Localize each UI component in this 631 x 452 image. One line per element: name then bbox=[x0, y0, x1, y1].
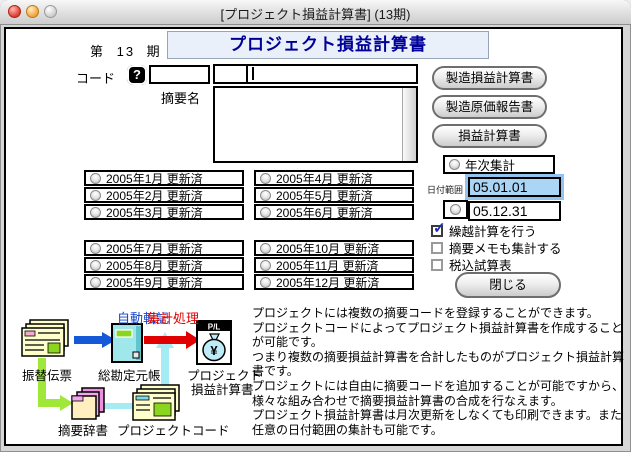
pl-statement-button[interactable]: 損益計算書 bbox=[432, 124, 547, 148]
month-label: 2005年7月 更新済 bbox=[106, 240, 203, 257]
window-title: [プロジェクト損益計算書] (13期) bbox=[0, 4, 631, 23]
date-from-input[interactable]: 05.01.01 bbox=[468, 177, 561, 197]
checkmark-icon: ✓ bbox=[433, 221, 446, 236]
description-line: プロジェクトコードによってプロジェクト損益計算書を作成することが可能です。 bbox=[252, 321, 626, 350]
checkbox-icon: ✓ bbox=[431, 225, 443, 237]
month-radio-jul[interactable]: 2005年7月 更新済 bbox=[84, 240, 244, 256]
month-radio-apr[interactable]: 2005年4月 更新済 bbox=[254, 170, 414, 186]
month-radio-oct[interactable]: 2005年10月 更新済 bbox=[254, 240, 414, 256]
radio-icon bbox=[260, 260, 271, 271]
textarea-scrollbar[interactable] bbox=[402, 88, 416, 161]
radio-icon bbox=[450, 204, 461, 215]
checkbox-icon bbox=[431, 259, 443, 271]
month-label: 2005年6月 更新済 bbox=[276, 204, 373, 221]
summary-textarea[interactable] bbox=[213, 86, 418, 163]
month-label: 2005年8月 更新済 bbox=[106, 257, 203, 274]
radio-icon bbox=[90, 190, 101, 201]
radio-icon bbox=[260, 243, 271, 254]
text-caret bbox=[252, 67, 254, 80]
period-label: 第 13 期 bbox=[90, 41, 162, 60]
month-label: 2005年5月 更新済 bbox=[276, 187, 373, 204]
month-label: 2005年1月 更新済 bbox=[106, 170, 203, 187]
radio-icon bbox=[260, 277, 271, 288]
month-radio-may[interactable]: 2005年5月 更新済 bbox=[254, 187, 414, 203]
description-text: プロジェクトには複数の摘要コードを登録することができます。 プロジェクトコードに… bbox=[252, 306, 626, 437]
description-line: プロジェクト損益計算書は月次更新をしなくても印刷できます。また任意の日付範囲の集… bbox=[252, 408, 626, 437]
month-label: 2005年3月 更新済 bbox=[106, 204, 203, 221]
code-label: コード bbox=[76, 68, 115, 87]
month-radio-aug[interactable]: 2005年8月 更新済 bbox=[84, 257, 244, 273]
month-radio-jun[interactable]: 2005年6月 更新済 bbox=[254, 204, 414, 220]
annual-total-radio[interactable]: 年次集計 bbox=[443, 155, 555, 174]
summary-name-label: 摘要名 bbox=[161, 88, 200, 107]
manufacturing-pl-button[interactable]: 製造損益計算書 bbox=[432, 66, 547, 90]
radio-icon bbox=[449, 159, 460, 170]
date-to-input[interactable]: 05.12.31 bbox=[468, 201, 561, 221]
radio-icon bbox=[90, 277, 101, 288]
month-label: 2005年4月 更新済 bbox=[276, 170, 373, 187]
code-input[interactable] bbox=[149, 65, 210, 84]
radio-icon bbox=[90, 173, 101, 184]
radio-icon bbox=[260, 173, 271, 184]
help-button[interactable]: ? bbox=[127, 65, 147, 85]
month-radio-sep[interactable]: 2005年9月 更新済 bbox=[84, 274, 244, 290]
month-label: 2005年10月 更新済 bbox=[276, 240, 379, 257]
radio-icon bbox=[260, 207, 271, 218]
code-name-field[interactable] bbox=[213, 64, 418, 84]
month-label: 2005年2月 更新済 bbox=[106, 187, 203, 204]
month-radio-dec[interactable]: 2005年12月 更新済 bbox=[254, 274, 414, 290]
month-radio-mar[interactable]: 2005年3月 更新済 bbox=[84, 204, 244, 220]
month-label: 2005年12月 更新済 bbox=[276, 274, 379, 291]
radio-icon bbox=[260, 190, 271, 201]
page-title: プロジェクト損益計算書 bbox=[167, 31, 489, 59]
month-radio-feb[interactable]: 2005年2月 更新済 bbox=[84, 187, 244, 203]
close-button[interactable]: 閉じる bbox=[455, 272, 561, 298]
radio-icon bbox=[90, 243, 101, 254]
month-label: 2005年11月 更新済 bbox=[276, 257, 379, 274]
date-range-label: 日付範囲 bbox=[427, 183, 463, 196]
title-bar[interactable]: [プロジェクト損益計算書] (13期) bbox=[0, 0, 631, 25]
month-radio-nov[interactable]: 2005年11月 更新済 bbox=[254, 257, 414, 273]
date-range-radio[interactable] bbox=[443, 200, 468, 219]
annual-total-label: 年次集計 bbox=[465, 155, 515, 174]
description-line: プロジェクトには複数の摘要コードを登録することができます。 bbox=[252, 306, 626, 321]
description-line: つまり複数の摘要損益計算書を合計したものがプロジェクト損益計算書です。 bbox=[252, 350, 626, 379]
manufacturing-cost-button[interactable]: 製造原価報告書 bbox=[432, 95, 547, 119]
month-label: 2005年9月 更新済 bbox=[106, 274, 203, 291]
radio-icon bbox=[90, 207, 101, 218]
description-line: プロジェクトには自由に摘要コードを追加することが可能ですから、様々な組み合わせで… bbox=[252, 379, 626, 408]
radio-icon bbox=[90, 260, 101, 271]
checkbox-icon bbox=[431, 242, 443, 254]
month-radio-jan[interactable]: 2005年1月 更新済 bbox=[84, 170, 244, 186]
field-divider bbox=[246, 66, 248, 82]
app-window: [プロジェクト損益計算書] (13期) 第 13 期 プロジェクト損益計算書 コ… bbox=[0, 0, 631, 452]
